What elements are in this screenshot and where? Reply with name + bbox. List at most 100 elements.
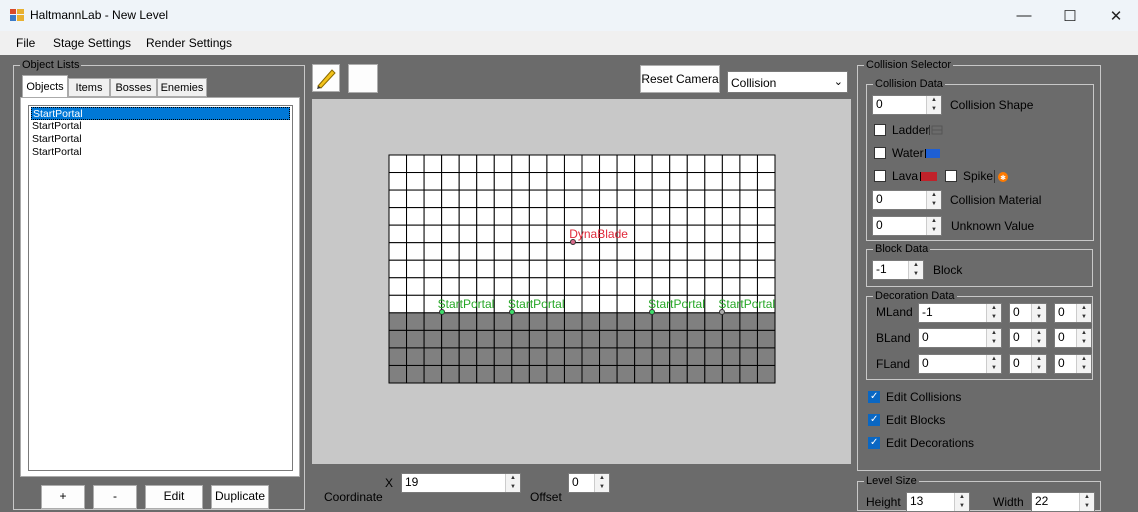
empty-tile[interactable] (511, 172, 530, 191)
empty-tile[interactable] (563, 207, 583, 226)
ground-tile[interactable] (476, 347, 495, 366)
ground-tile[interactable] (423, 347, 443, 366)
empty-tile[interactable] (476, 277, 495, 296)
empty-tile[interactable] (686, 172, 706, 191)
empty-tile[interactable] (441, 224, 460, 244)
empty-tile[interactable] (406, 294, 425, 314)
empty-tile[interactable] (458, 154, 478, 174)
empty-tile[interactable] (634, 224, 653, 244)
empty-tile[interactable] (581, 294, 601, 314)
empty-tile[interactable] (511, 207, 530, 226)
ground-tile[interactable] (616, 347, 636, 366)
empty-tile[interactable] (528, 224, 548, 244)
empty-tile[interactable] (511, 242, 530, 261)
spinner-arrows[interactable]: ▲ ▼ (594, 474, 609, 492)
empty-tile[interactable] (458, 207, 478, 226)
empty-tile[interactable] (493, 242, 513, 261)
bland-input-2[interactable]: 0 ▲ ▼ (1009, 328, 1047, 348)
spinner-arrows[interactable]: ▲ ▼ (505, 474, 520, 492)
list-item[interactable]: StartPortal (31, 120, 290, 133)
spike-checkbox[interactable] (945, 170, 957, 182)
empty-tile[interactable] (686, 277, 706, 296)
empty-tile[interactable] (669, 189, 688, 209)
fland-input-3[interactable]: 0 ▲ ▼ (1054, 354, 1092, 374)
empty-tile[interactable] (634, 207, 653, 226)
ground-tile[interactable] (616, 364, 636, 384)
ground-tile[interactable] (546, 347, 565, 366)
empty-tile[interactable] (423, 224, 443, 244)
empty-tile[interactable] (669, 207, 688, 226)
empty-tile[interactable] (493, 259, 513, 279)
empty-tile[interactable] (546, 189, 565, 209)
empty-tile[interactable] (546, 154, 565, 174)
empty-tile[interactable] (756, 224, 776, 244)
empty-tile[interactable] (458, 277, 478, 296)
empty-tile[interactable] (406, 172, 425, 191)
empty-tile[interactable] (599, 189, 618, 209)
offset-input[interactable]: 0 ▲ ▼ (568, 473, 610, 493)
spinner-arrows[interactable]: ▲ ▼ (926, 217, 941, 235)
empty-tile[interactable] (546, 294, 565, 314)
ground-tile[interactable] (511, 312, 530, 331)
fland-input-1[interactable]: 0 ▲ ▼ (918, 354, 1002, 374)
lava-checkbox[interactable] (874, 170, 886, 182)
empty-tile[interactable] (634, 172, 653, 191)
empty-tile[interactable] (458, 189, 478, 209)
empty-tile[interactable] (493, 224, 513, 244)
spinner-arrows[interactable]: ▲ ▼ (954, 493, 969, 511)
empty-tile[interactable] (739, 189, 758, 209)
empty-tile[interactable] (634, 154, 653, 174)
empty-tile[interactable] (669, 242, 688, 261)
empty-tile[interactable] (406, 207, 425, 226)
ground-tile[interactable] (563, 329, 583, 349)
empty-tile[interactable] (511, 189, 530, 209)
ground-tile[interactable] (493, 347, 513, 366)
ground-tile[interactable] (476, 312, 495, 331)
ground-tile[interactable] (669, 347, 688, 366)
object-marker[interactable] (649, 308, 656, 315)
empty-tile[interactable] (423, 189, 443, 209)
ground-tile[interactable] (406, 312, 425, 331)
ground-tile[interactable] (651, 312, 671, 331)
ground-tile[interactable] (511, 347, 530, 366)
empty-tile[interactable] (441, 154, 460, 174)
empty-tile[interactable] (528, 172, 548, 191)
empty-tile[interactable] (546, 259, 565, 279)
empty-tile[interactable] (669, 172, 688, 191)
ground-tile[interactable] (721, 364, 741, 384)
ground-tile[interactable] (546, 364, 565, 384)
empty-tile[interactable] (599, 242, 618, 261)
ground-tile[interactable] (634, 329, 653, 349)
empty-tile[interactable] (563, 294, 583, 314)
empty-tile[interactable] (528, 154, 548, 174)
ground-tile[interactable] (616, 312, 636, 331)
fland-input-2[interactable]: 0 ▲ ▼ (1009, 354, 1047, 374)
empty-tile[interactable] (581, 207, 601, 226)
empty-tile[interactable] (599, 224, 618, 244)
object-marker[interactable] (508, 308, 515, 315)
empty-tile[interactable] (616, 294, 636, 314)
empty-tile[interactable] (599, 172, 618, 191)
empty-tile[interactable] (651, 224, 671, 244)
empty-tile[interactable] (406, 259, 425, 279)
empty-tile[interactable] (686, 207, 706, 226)
empty-tile[interactable] (686, 154, 706, 174)
ground-tile[interactable] (388, 347, 408, 366)
empty-tile[interactable] (563, 277, 583, 296)
empty-tile[interactable] (616, 224, 636, 244)
empty-tile[interactable] (721, 154, 741, 174)
empty-tile[interactable] (704, 242, 723, 261)
empty-tile[interactable] (686, 259, 706, 279)
empty-tile[interactable] (423, 259, 443, 279)
empty-tile[interactable] (476, 242, 495, 261)
ground-tile[interactable] (669, 312, 688, 331)
empty-tile[interactable] (756, 154, 776, 174)
empty-tile[interactable] (669, 154, 688, 174)
ground-tile[interactable] (511, 329, 530, 349)
empty-tile[interactable] (388, 189, 408, 209)
add-object-button[interactable]: + (41, 485, 85, 509)
empty-tile[interactable] (388, 207, 408, 226)
empty-tile[interactable] (423, 172, 443, 191)
ground-tile[interactable] (721, 329, 741, 349)
ground-tile[interactable] (423, 329, 443, 349)
